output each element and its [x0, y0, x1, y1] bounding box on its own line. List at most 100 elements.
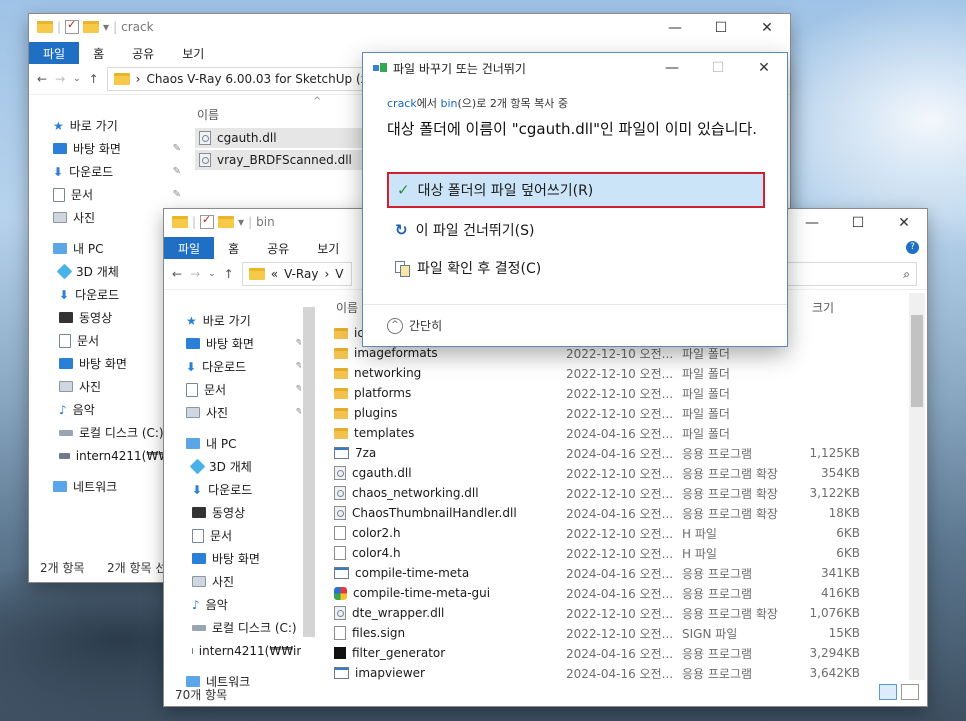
nav-item[interactable]: 사진 ✎	[186, 401, 304, 424]
nav-item[interactable]: 내 PC	[53, 237, 181, 260]
nav-scrollbar[interactable]	[301, 293, 317, 678]
table-row[interactable]: filter_generator 2024-04-16 오전... 응용 프로그램 3…	[334, 643, 860, 663]
skip-files-option[interactable]: ↻ 이 파일 건너뛰기(S)	[387, 212, 534, 248]
table-row[interactable]: imageformats 2022-12-10 오전... 파일 폴더	[334, 343, 860, 363]
list-item[interactable]: cgauth.dll	[195, 128, 369, 148]
minimize-icon[interactable]: —	[652, 14, 698, 42]
table-row[interactable]: color2.h 2022-12-10 오전... H 파일 6KB	[334, 523, 860, 543]
nav-item[interactable]: ★ 바로 가기	[186, 309, 304, 332]
new-folder-icon[interactable]	[218, 216, 235, 228]
column-size-header[interactable]: 크기	[812, 299, 834, 316]
list-item[interactable]: vray_BRDFScanned.dll	[195, 150, 369, 170]
chevron-down-icon[interactable]: ▾	[103, 20, 109, 34]
nav-scroll-thumb[interactable]	[303, 307, 315, 637]
table-row[interactable]: platforms 2022-12-10 오전... 파일 폴더	[334, 383, 860, 403]
close-icon[interactable]: ✕	[741, 53, 787, 83]
destination-folder-link[interactable]: bin	[440, 97, 457, 110]
fewer-details-button[interactable]: 간단히	[409, 317, 442, 334]
back-icon[interactable]: ←	[172, 267, 182, 281]
table-row[interactable]: imapviewer 2024-04-16 오전... 응용 프로그램 3,642KB	[334, 663, 860, 683]
tiles-view-icon[interactable]	[901, 684, 919, 700]
nav-item[interactable]: 로컬 디스크 (C:)	[186, 616, 304, 639]
tab-share[interactable]: 공유	[253, 237, 303, 259]
tab-file[interactable]: 파일	[29, 42, 80, 64]
pin-icon[interactable]: ✎	[173, 189, 181, 200]
new-folder-icon[interactable]	[83, 21, 100, 33]
nav-item[interactable]: 3D 개체	[186, 455, 304, 478]
nav-item[interactable]: 네트워크	[53, 475, 181, 498]
column-name-header[interactable]: 이름	[336, 299, 358, 316]
chevron-up-icon[interactable]: ^	[387, 317, 403, 334]
nav-item[interactable]: 문서 ✎	[53, 183, 181, 206]
pin-icon[interactable]: ✎	[173, 166, 181, 177]
address-box[interactable]: « V-Ray › V	[241, 262, 352, 286]
up-icon[interactable]: ↑	[224, 267, 234, 281]
nav-item[interactable]: 바탕 화면	[53, 352, 181, 375]
table-row[interactable]: files.sign 2022-12-10 오전... SIGN 파일 15KB	[334, 623, 860, 643]
address-box[interactable]: › Chaos V-Ray 6.00.03 for SketchUp (x6	[106, 67, 381, 91]
minimize-icon[interactable]: —	[789, 209, 835, 237]
help-icon[interactable]: ?	[906, 241, 919, 254]
table-row[interactable]: color4.h 2022-12-10 오전... H 파일 6KB	[334, 543, 860, 563]
file-scroll-thumb[interactable]	[911, 315, 923, 407]
details-view-icon[interactable]	[879, 684, 897, 700]
nav-item[interactable]: 내 PC	[186, 432, 304, 455]
nav-item[interactable]: 동영상	[53, 306, 181, 329]
replace-files-option[interactable]: ✓ 대상 폴더의 파일 덮어쓰기(R)	[387, 172, 765, 208]
nav-item[interactable]: 바탕 화면	[186, 547, 304, 570]
nav-item[interactable]: intern4211(₩₩in	[186, 639, 304, 662]
table-row[interactable]: compile-time-meta-gui 2024-04-16 오전... 응용 …	[334, 583, 860, 603]
compare-files-option[interactable]: 파일 확인 후 결정(C)	[387, 250, 541, 286]
tab-home[interactable]: 홈	[79, 42, 118, 64]
minimize-icon[interactable]: —	[649, 53, 695, 83]
tab-view[interactable]: 보기	[168, 42, 218, 64]
pin-icon[interactable]: ✎	[173, 143, 181, 154]
nav-item[interactable]: ♪ 음악	[53, 398, 181, 421]
tab-share[interactable]: 공유	[118, 42, 168, 64]
file-scrollbar[interactable]	[909, 293, 925, 680]
nav-item[interactable]: ⬇ 다운로드	[186, 478, 304, 501]
breadcrumb-vray[interactable]: V-Ray	[284, 267, 318, 281]
table-row[interactable]: ChaosThumbnailHandler.dll 2024-04-16 오전..…	[334, 503, 860, 523]
forward-icon[interactable]: →	[55, 72, 65, 86]
breadcrumb-v[interactable]: V	[335, 267, 343, 281]
properties-icon[interactable]	[65, 18, 80, 34]
tab-file[interactable]: 파일	[164, 237, 215, 259]
recent-icon[interactable]: ⌄	[208, 269, 216, 279]
nav-item[interactable]: 문서	[186, 524, 304, 547]
nav-item[interactable]: 동영상	[186, 501, 304, 524]
maximize-icon[interactable]: ☐	[835, 209, 881, 237]
properties-icon[interactable]	[200, 213, 215, 229]
close-icon[interactable]: ✕	[744, 14, 790, 42]
table-row[interactable]: templates 2024-04-16 오전... 파일 폴더	[334, 423, 860, 443]
nav-item[interactable]: 문서	[53, 329, 181, 352]
nav-item[interactable]: 문서 ✎	[186, 378, 304, 401]
search-box[interactable]: ⌕	[783, 262, 917, 286]
nav-item[interactable]: ♪ 음악	[186, 593, 304, 616]
table-row[interactable]: 7za 2024-04-16 오전... 응용 프로그램 1,125KB	[334, 443, 860, 463]
nav-item[interactable]: 로컬 디스크 (C:)	[53, 421, 181, 444]
table-row[interactable]: networking 2022-12-10 오전... 파일 폴더	[334, 363, 860, 383]
nav-item[interactable]: 사진	[186, 570, 304, 593]
nav-item[interactable]: 사진	[53, 206, 181, 229]
nav-item[interactable]: intern4211(₩₩in	[53, 444, 181, 467]
nav-item[interactable]: 바탕 화면 ✎	[53, 137, 181, 160]
nav-item[interactable]: ⬇ 다운로드	[53, 283, 181, 306]
nav-item[interactable]: ⬇ 다운로드 ✎	[53, 160, 181, 183]
chevron-down-icon[interactable]: ▾	[238, 215, 244, 229]
column-name-header[interactable]: 이름	[197, 106, 219, 123]
back-icon[interactable]: ←	[37, 72, 47, 86]
tab-home[interactable]: 홈	[214, 237, 253, 259]
nav-item[interactable]: 사진	[53, 375, 181, 398]
recent-icon[interactable]: ⌄	[73, 74, 81, 84]
up-icon[interactable]: ↑	[89, 72, 99, 86]
crack-titlebar[interactable]: | ▾ | crack — ☐ ✕	[29, 14, 790, 42]
table-row[interactable]: cgauth.dll 2022-12-10 오전... 응용 프로그램 확장 354K…	[334, 463, 860, 483]
nav-item[interactable]: 3D 개체	[53, 260, 181, 283]
replace-or-skip-dialog[interactable]: 파일 바꾸기 또는 건너뛰기 — ☐ ✕ crack에서 bin(으)로 2개 …	[363, 53, 787, 346]
close-icon[interactable]: ✕	[881, 209, 927, 237]
nav-item[interactable]: ⬇ 다운로드 ✎	[186, 355, 304, 378]
nav-item[interactable]: 바탕 화면 ✎	[186, 332, 304, 355]
table-row[interactable]: chaos_networking.dll 2022-12-10 오전... 응용 프…	[334, 483, 860, 503]
tab-view[interactable]: 보기	[303, 237, 353, 259]
